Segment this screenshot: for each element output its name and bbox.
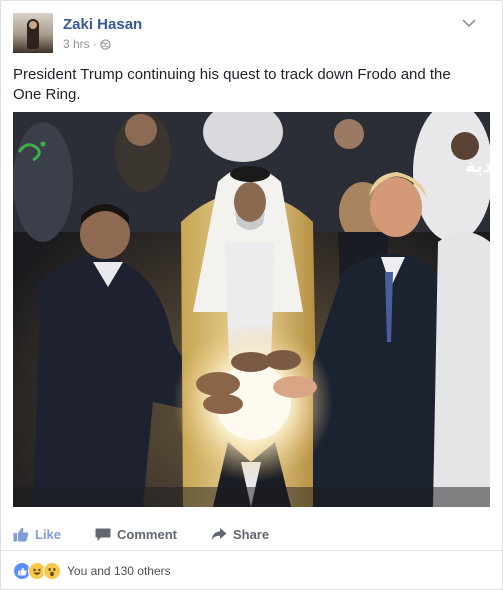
like-button[interactable]: Like (13, 527, 61, 542)
wow-icon (43, 562, 61, 580)
reactions-summary[interactable]: You and 130 others (67, 564, 171, 578)
comment-icon (95, 528, 111, 541)
post-card: Zaki Hasan 3 hrs · President Trump conti… (0, 0, 503, 590)
post-actions: Like Comment Share (13, 519, 490, 549)
share-button[interactable]: Share (211, 527, 269, 542)
reaction-icons (13, 562, 61, 580)
post-photo[interactable]: دية (13, 112, 490, 507)
thumbs-up-icon (13, 527, 29, 541)
photo-overlay-text: دية (465, 156, 490, 177)
avatar-face (29, 21, 37, 29)
share-arrow-icon (211, 528, 227, 541)
post-options-chevron-icon[interactable] (459, 15, 479, 31)
comment-label: Comment (117, 526, 177, 542)
reactions-divider (1, 550, 502, 551)
like-label: Like (35, 526, 62, 542)
share-label: Share (232, 526, 270, 542)
author-avatar[interactable] (13, 13, 53, 53)
reactions-bar[interactable]: You and 130 others (13, 561, 171, 581)
post-meta: 3 hrs · (63, 37, 111, 51)
post-header: Zaki Hasan 3 hrs · (13, 13, 483, 55)
post-text: President Trump continuing his quest to … (13, 66, 451, 103)
post-time[interactable]: 3 hrs (63, 37, 90, 51)
meta-separator: · (92, 37, 97, 51)
author-name[interactable]: Zaki Hasan (63, 16, 142, 33)
comment-button[interactable]: Comment (95, 527, 177, 542)
globe-icon[interactable] (100, 38, 111, 50)
